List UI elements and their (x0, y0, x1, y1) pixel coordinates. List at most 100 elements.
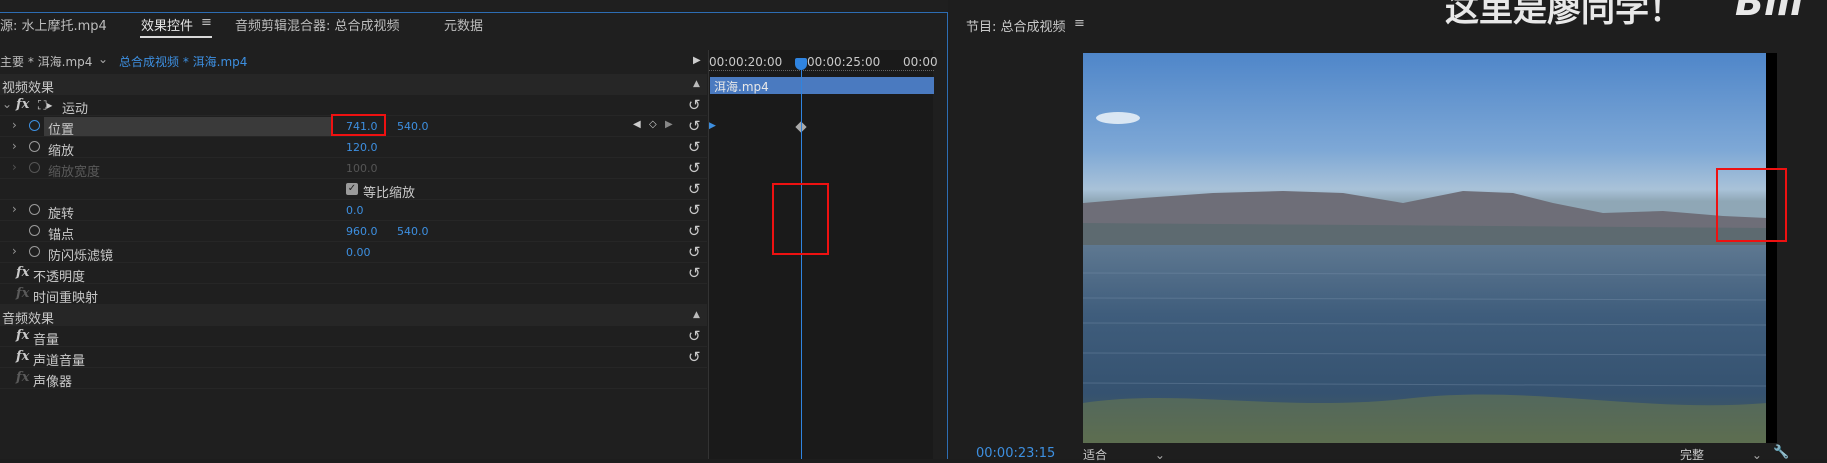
tab-audio-mixer[interactable]: 音频剪辑混合器: 总合成视频 (235, 15, 400, 34)
uniform-scale-checkbox[interactable]: ✓ (346, 183, 358, 195)
master-clip-label[interactable]: 主要 * 洱海.mp4 (0, 53, 92, 70)
highlight-box (331, 114, 386, 136)
stopwatch-icon[interactable] (29, 246, 40, 257)
position-y-value[interactable]: 540.0 (397, 120, 429, 133)
scale-width-value: 100.0 (346, 162, 378, 175)
rotation-value[interactable]: 0.0 (346, 204, 364, 217)
stopwatch-icon (29, 162, 40, 173)
playhead-line[interactable] (801, 58, 802, 459)
keyframe-nav-icon[interactable]: ▶ (709, 121, 716, 131)
chevron-down-icon[interactable]: ⌄ (2, 97, 12, 111)
tab-source[interactable]: 源: 水上摩托.mp4 (0, 15, 107, 34)
audio-effects-header: 音频效果 ▲ (0, 305, 707, 327)
chevron-right-icon[interactable]: › (12, 202, 17, 216)
prev-keyframe-icon[interactable]: ◀ (633, 119, 641, 130)
stopwatch-icon[interactable] (29, 225, 40, 236)
reset-icon[interactable]: ↺ (688, 264, 701, 282)
menu-icon[interactable]: ≡ (1074, 16, 1085, 31)
chevron-down-icon[interactable]: ⌄ (1752, 448, 1762, 462)
fx-icon[interactable]: fx (16, 328, 29, 343)
volume-row[interactable]: fx 音量 ↺ (0, 326, 707, 348)
reset-icon[interactable]: ↺ (688, 96, 701, 114)
collapse-icon[interactable]: ▲ (693, 79, 700, 89)
fx-icon[interactable]: fx (16, 349, 29, 364)
timecode-label: 00:00 (903, 55, 938, 69)
lake-scene (1083, 112, 1767, 443)
stopwatch-icon[interactable] (29, 141, 40, 152)
zoom-fit-select[interactable]: 适合 ⌄ (1083, 446, 1165, 463)
watermark-text: 这里是廖同学！ (1445, 0, 1683, 30)
anti-flicker-value[interactable]: 0.00 (346, 246, 371, 259)
scale-width-row: › 缩放宽度 100.0 ↺ (0, 158, 707, 180)
divider (708, 50, 709, 459)
fx-icon[interactable]: fx (16, 97, 29, 112)
motion-label: 运动 (62, 102, 89, 117)
reset-icon[interactable]: ↺ (688, 327, 701, 345)
menu-icon[interactable]: ≡ (201, 15, 212, 30)
sequence-clip-label[interactable]: 总合成视频 * 洱海.mp4 (119, 53, 247, 70)
time-remap-row[interactable]: fx 时间重映射 (0, 284, 707, 306)
program-monitor-title[interactable]: 节目: 总合成视频 (966, 16, 1066, 35)
frame-edge (1766, 53, 1777, 443)
opacity-label: 不透明度 (33, 270, 86, 285)
anchor-x-value[interactable]: 960.0 (346, 225, 378, 238)
audio-effects-label: 音频效果 (2, 312, 55, 327)
play-icon[interactable]: ▶ (693, 55, 701, 66)
rotation-row[interactable]: › 旋转 0.0 ↺ (0, 200, 707, 222)
channel-volume-row[interactable]: fx 声道音量 ↺ (0, 347, 707, 369)
tab-metadata[interactable]: 元数据 (444, 15, 483, 34)
transform-icon[interactable]: ⛶▸ (38, 98, 52, 113)
time-ruler[interactable] (709, 70, 934, 76)
next-keyframe-icon[interactable]: ▶ (665, 119, 673, 130)
highlight-box (1716, 168, 1787, 242)
chevron-right-icon[interactable]: › (12, 244, 17, 258)
position-label: 位置 (48, 123, 75, 138)
reset-icon[interactable]: ↺ (688, 222, 701, 240)
collapse-icon[interactable]: ▲ (693, 310, 700, 320)
zoom-fit-label: 适合 (1083, 448, 1108, 462)
anchor-row[interactable]: 锚点 960.0 540.0 ↺ (0, 221, 707, 243)
reset-icon[interactable]: ↺ (688, 201, 701, 219)
bilibili-logo: Bili (1735, 0, 1804, 24)
opacity-row[interactable]: fx 不透明度 ↺ (0, 263, 707, 285)
uniform-scale-row: ✓ 等比缩放 ↺ (0, 179, 707, 201)
chevron-down-icon[interactable]: ⌄ (1155, 448, 1165, 462)
chevron-right-icon[interactable]: › (12, 118, 17, 132)
stopwatch-icon[interactable] (29, 204, 40, 215)
reset-icon[interactable]: ↺ (688, 243, 701, 261)
reset-icon[interactable]: ↺ (688, 348, 701, 366)
row-highlight (44, 117, 332, 136)
fx-icon[interactable]: fx (16, 265, 29, 280)
add-keyframe-icon[interactable]: ◇ (649, 119, 657, 130)
reset-icon[interactable]: ↺ (688, 180, 701, 198)
chevron-right-icon: › (12, 160, 17, 174)
fx-icon: fx (16, 286, 30, 301)
channel-volume-label: 声道音量 (33, 354, 86, 369)
chevron-right-icon[interactable]: › (12, 139, 17, 153)
rotation-label: 旋转 (48, 207, 75, 222)
playhead-icon[interactable] (795, 58, 807, 70)
reset-icon[interactable]: ↺ (688, 138, 701, 156)
scale-value[interactable]: 120.0 (346, 141, 378, 154)
panner-row[interactable]: fx 声像器 (0, 368, 707, 390)
anchor-y-value[interactable]: 540.0 (397, 225, 429, 238)
reset-icon[interactable]: ↺ (688, 159, 701, 177)
timecode-label: 00:00:25:00 (807, 55, 881, 69)
active-tab-underline (140, 36, 212, 38)
fx-icon: fx (16, 370, 30, 385)
scale-row[interactable]: › 缩放 120.0 ↺ (0, 137, 707, 159)
tab-effect-controls[interactable]: 效果控件 (141, 15, 193, 34)
anti-flicker-label: 防闪烁滤镜 (48, 249, 114, 264)
wrench-icon[interactable]: 🔧 (1773, 445, 1789, 460)
highlight-box (772, 183, 829, 255)
time-remap-label: 时间重映射 (33, 291, 99, 306)
chevron-down-icon[interactable]: ⌄ (98, 52, 108, 66)
resolution-select[interactable]: 完整 ⌄ (1680, 446, 1762, 463)
reset-icon[interactable]: ↺ (688, 117, 701, 135)
scale-width-label: 缩放宽度 (48, 165, 101, 180)
stopwatch-icon[interactable] (29, 120, 40, 131)
timecode-label: 00:00:20:00 (709, 55, 783, 69)
motion-row[interactable]: ⌄ fx ⛶▸ 运动 ↺ (0, 95, 707, 117)
clip-bar-label: 洱海.mp4 (714, 80, 769, 94)
anti-flicker-row[interactable]: › 防闪烁滤镜 0.00 ↺ (0, 242, 707, 264)
